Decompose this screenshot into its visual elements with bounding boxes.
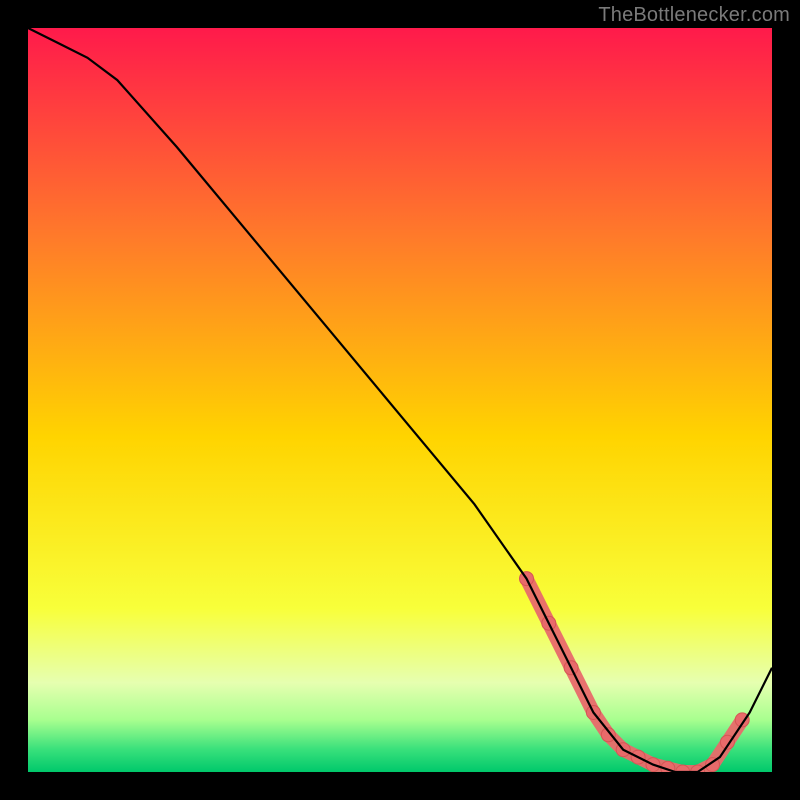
chart-container: TheBottlenecker.com [0, 0, 800, 800]
attribution-label: TheBottlenecker.com [598, 4, 790, 27]
gradient-background [28, 28, 772, 772]
plot-area [28, 28, 772, 772]
chart-svg [28, 28, 772, 772]
